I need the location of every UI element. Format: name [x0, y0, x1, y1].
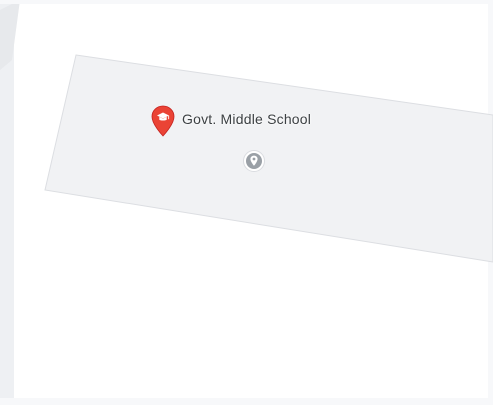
map-viewport[interactable]: Govt. Middle School — [0, 0, 493, 405]
school-pin-icon[interactable] — [151, 105, 175, 137]
location-pin-icon[interactable] — [242, 149, 266, 173]
map-canvas[interactable] — [0, 0, 493, 405]
bottom-road — [0, 398, 493, 405]
place-label[interactable]: Govt. Middle School — [182, 111, 311, 127]
top-road — [0, 0, 493, 4]
